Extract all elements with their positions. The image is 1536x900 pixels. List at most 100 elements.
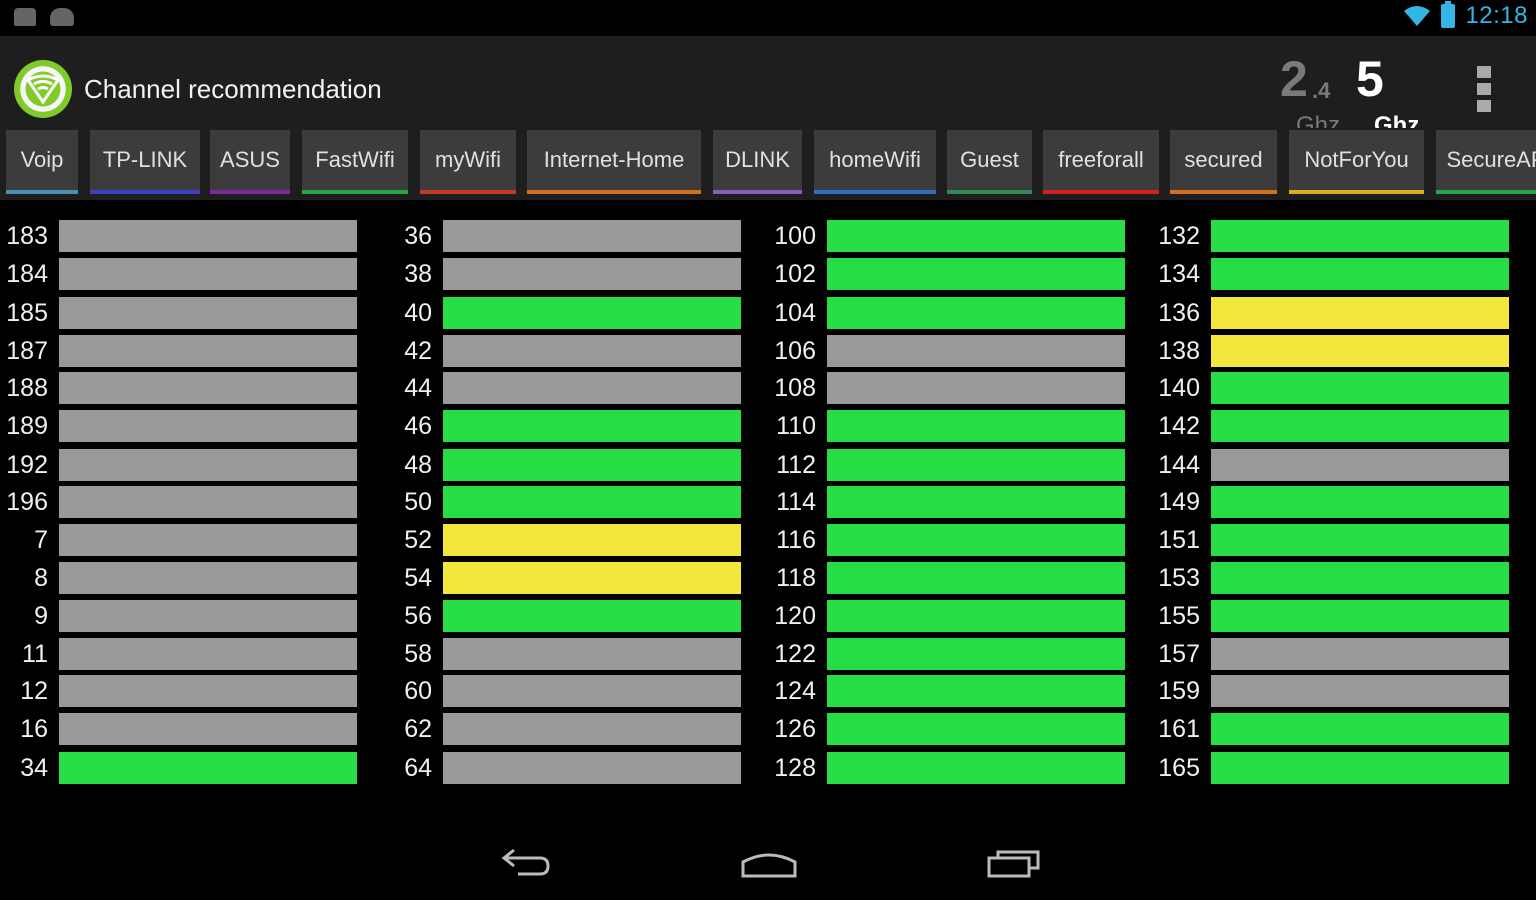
channel-number: 132: [1158, 222, 1200, 250]
band-24ghz-decimal: .4: [1312, 78, 1331, 103]
tab-tp-link[interactable]: TP-LINK: [90, 130, 200, 194]
channel-row: 56: [384, 600, 744, 632]
channel-row: 64: [384, 752, 744, 784]
channel-row: 40: [384, 297, 744, 329]
channel-number: 104: [774, 299, 816, 327]
channel-number: 11: [22, 640, 48, 668]
channel-number: 58: [404, 640, 432, 668]
channel-number: 153: [1158, 564, 1200, 592]
channel-row: 192: [0, 449, 360, 481]
wifi-icon: [1403, 5, 1431, 27]
channel-bar-none: [59, 372, 357, 404]
channel-number: 9: [34, 602, 48, 630]
tab-asus[interactable]: ASUS: [210, 130, 290, 194]
channel-number: 134: [1158, 260, 1200, 288]
tab-notforyou[interactable]: NotForYou: [1289, 130, 1424, 194]
app-logo-icon[interactable]: [14, 60, 72, 118]
tab-mywifi[interactable]: myWifi: [420, 130, 516, 194]
channel-bar-good: [1211, 713, 1509, 745]
channel-bar-good: [827, 524, 1125, 556]
channel-row: 128: [768, 752, 1128, 784]
band-5ghz-number: 5: [1356, 51, 1384, 107]
channel-number: 187: [6, 337, 48, 365]
tab-fastwifi[interactable]: FastWifi: [302, 130, 408, 194]
channel-bar-none: [59, 600, 357, 632]
channel-number: 144: [1158, 451, 1200, 479]
channel-bar-good: [1211, 372, 1509, 404]
channel-bar-none: [59, 562, 357, 594]
channel-bar-good: [1211, 220, 1509, 252]
channel-number: 106: [774, 337, 816, 365]
channel-number: 192: [6, 451, 48, 479]
channel-number: 157: [1158, 640, 1200, 668]
channel-row: 36: [384, 220, 744, 252]
channel-row: 189: [0, 410, 360, 442]
tab-homewifi[interactable]: homeWifi: [814, 130, 936, 194]
channel-row: 120: [768, 600, 1128, 632]
channel-row: 52: [384, 524, 744, 556]
channel-number: 64: [404, 754, 432, 782]
channel-number: 36: [404, 222, 432, 250]
channel-row: 155: [1152, 600, 1512, 632]
channel-row: 8: [0, 562, 360, 594]
channel-bar-good: [827, 600, 1125, 632]
channel-bar-none: [59, 220, 357, 252]
band-24ghz-button[interactable]: 2 .4 Ghz: [1280, 54, 1340, 139]
recent-apps-icon[interactable]: [986, 844, 1042, 885]
channel-bar-none: [59, 524, 357, 556]
channel-bar-none: [59, 410, 357, 442]
channel-bar-fair: [443, 562, 741, 594]
channel-bar-good: [827, 486, 1125, 518]
channel-bar-none: [443, 638, 741, 670]
tab-voip[interactable]: Voip: [6, 130, 78, 194]
channel-number: 50: [404, 488, 432, 516]
channel-bar-good: [827, 297, 1125, 329]
channel-number: 54: [404, 564, 432, 592]
channel-bar-good: [827, 752, 1125, 784]
channel-bar-none: [443, 713, 741, 745]
notification-area: [14, 8, 74, 26]
network-tabs: Voip TP-LINK ASUS FastWifi myWifi Internet-Ho…: [0, 128, 1536, 200]
channel-row: 102: [768, 258, 1128, 290]
channel-row: 157: [1152, 638, 1512, 670]
tab-freeforall[interactable]: freeforall: [1043, 130, 1159, 194]
tab-guest[interactable]: Guest: [947, 130, 1032, 194]
overflow-menu-icon[interactable]: [1477, 66, 1495, 112]
channel-row: 114: [768, 486, 1128, 518]
channel-grid: 183 184 185 187 188 189 192 196 7 8 9 11 12 16 34 36 38 4…: [0, 200, 1536, 820]
channel-number: 34: [20, 754, 48, 782]
channel-bar-none: [59, 297, 357, 329]
channel-bar-none: [59, 638, 357, 670]
band-5ghz-button[interactable]: 5 Ghz: [1356, 51, 1419, 139]
home-icon[interactable]: [740, 844, 798, 885]
channel-row: 100: [768, 220, 1128, 252]
channel-row: 159: [1152, 675, 1512, 707]
tab-dlink[interactable]: DLINK: [713, 130, 802, 194]
channel-row: 196: [0, 486, 360, 518]
channel-row: 110: [768, 410, 1128, 442]
channel-row: 122: [768, 638, 1128, 670]
tab-internet-home[interactable]: Internet-Home: [527, 130, 701, 194]
channel-number: 40: [404, 299, 432, 327]
channel-row: 104: [768, 297, 1128, 329]
channel-bar-good: [1211, 410, 1509, 442]
channel-bar-none: [59, 486, 357, 518]
tab-secured[interactable]: secured: [1170, 130, 1277, 194]
channel-row: 54: [384, 562, 744, 594]
notification-icon: [14, 8, 36, 26]
channel-number: 149: [1158, 488, 1200, 516]
channel-number: 44: [404, 374, 432, 402]
channel-bar-good: [827, 449, 1125, 481]
channel-number: 165: [1158, 754, 1200, 782]
channel-bar-fair: [1211, 335, 1509, 367]
channel-number: 16: [20, 715, 48, 743]
page-title: Channel recommendation: [84, 74, 382, 104]
channel-bar-good: [443, 600, 741, 632]
tab-secureap[interactable]: SecureAP: [1436, 130, 1536, 194]
channel-number: 138: [1158, 337, 1200, 365]
back-icon[interactable]: [500, 844, 552, 885]
channel-number: 189: [6, 412, 48, 440]
channel-row: 118: [768, 562, 1128, 594]
channel-row: 153: [1152, 562, 1512, 594]
channel-number: 7: [34, 526, 48, 554]
